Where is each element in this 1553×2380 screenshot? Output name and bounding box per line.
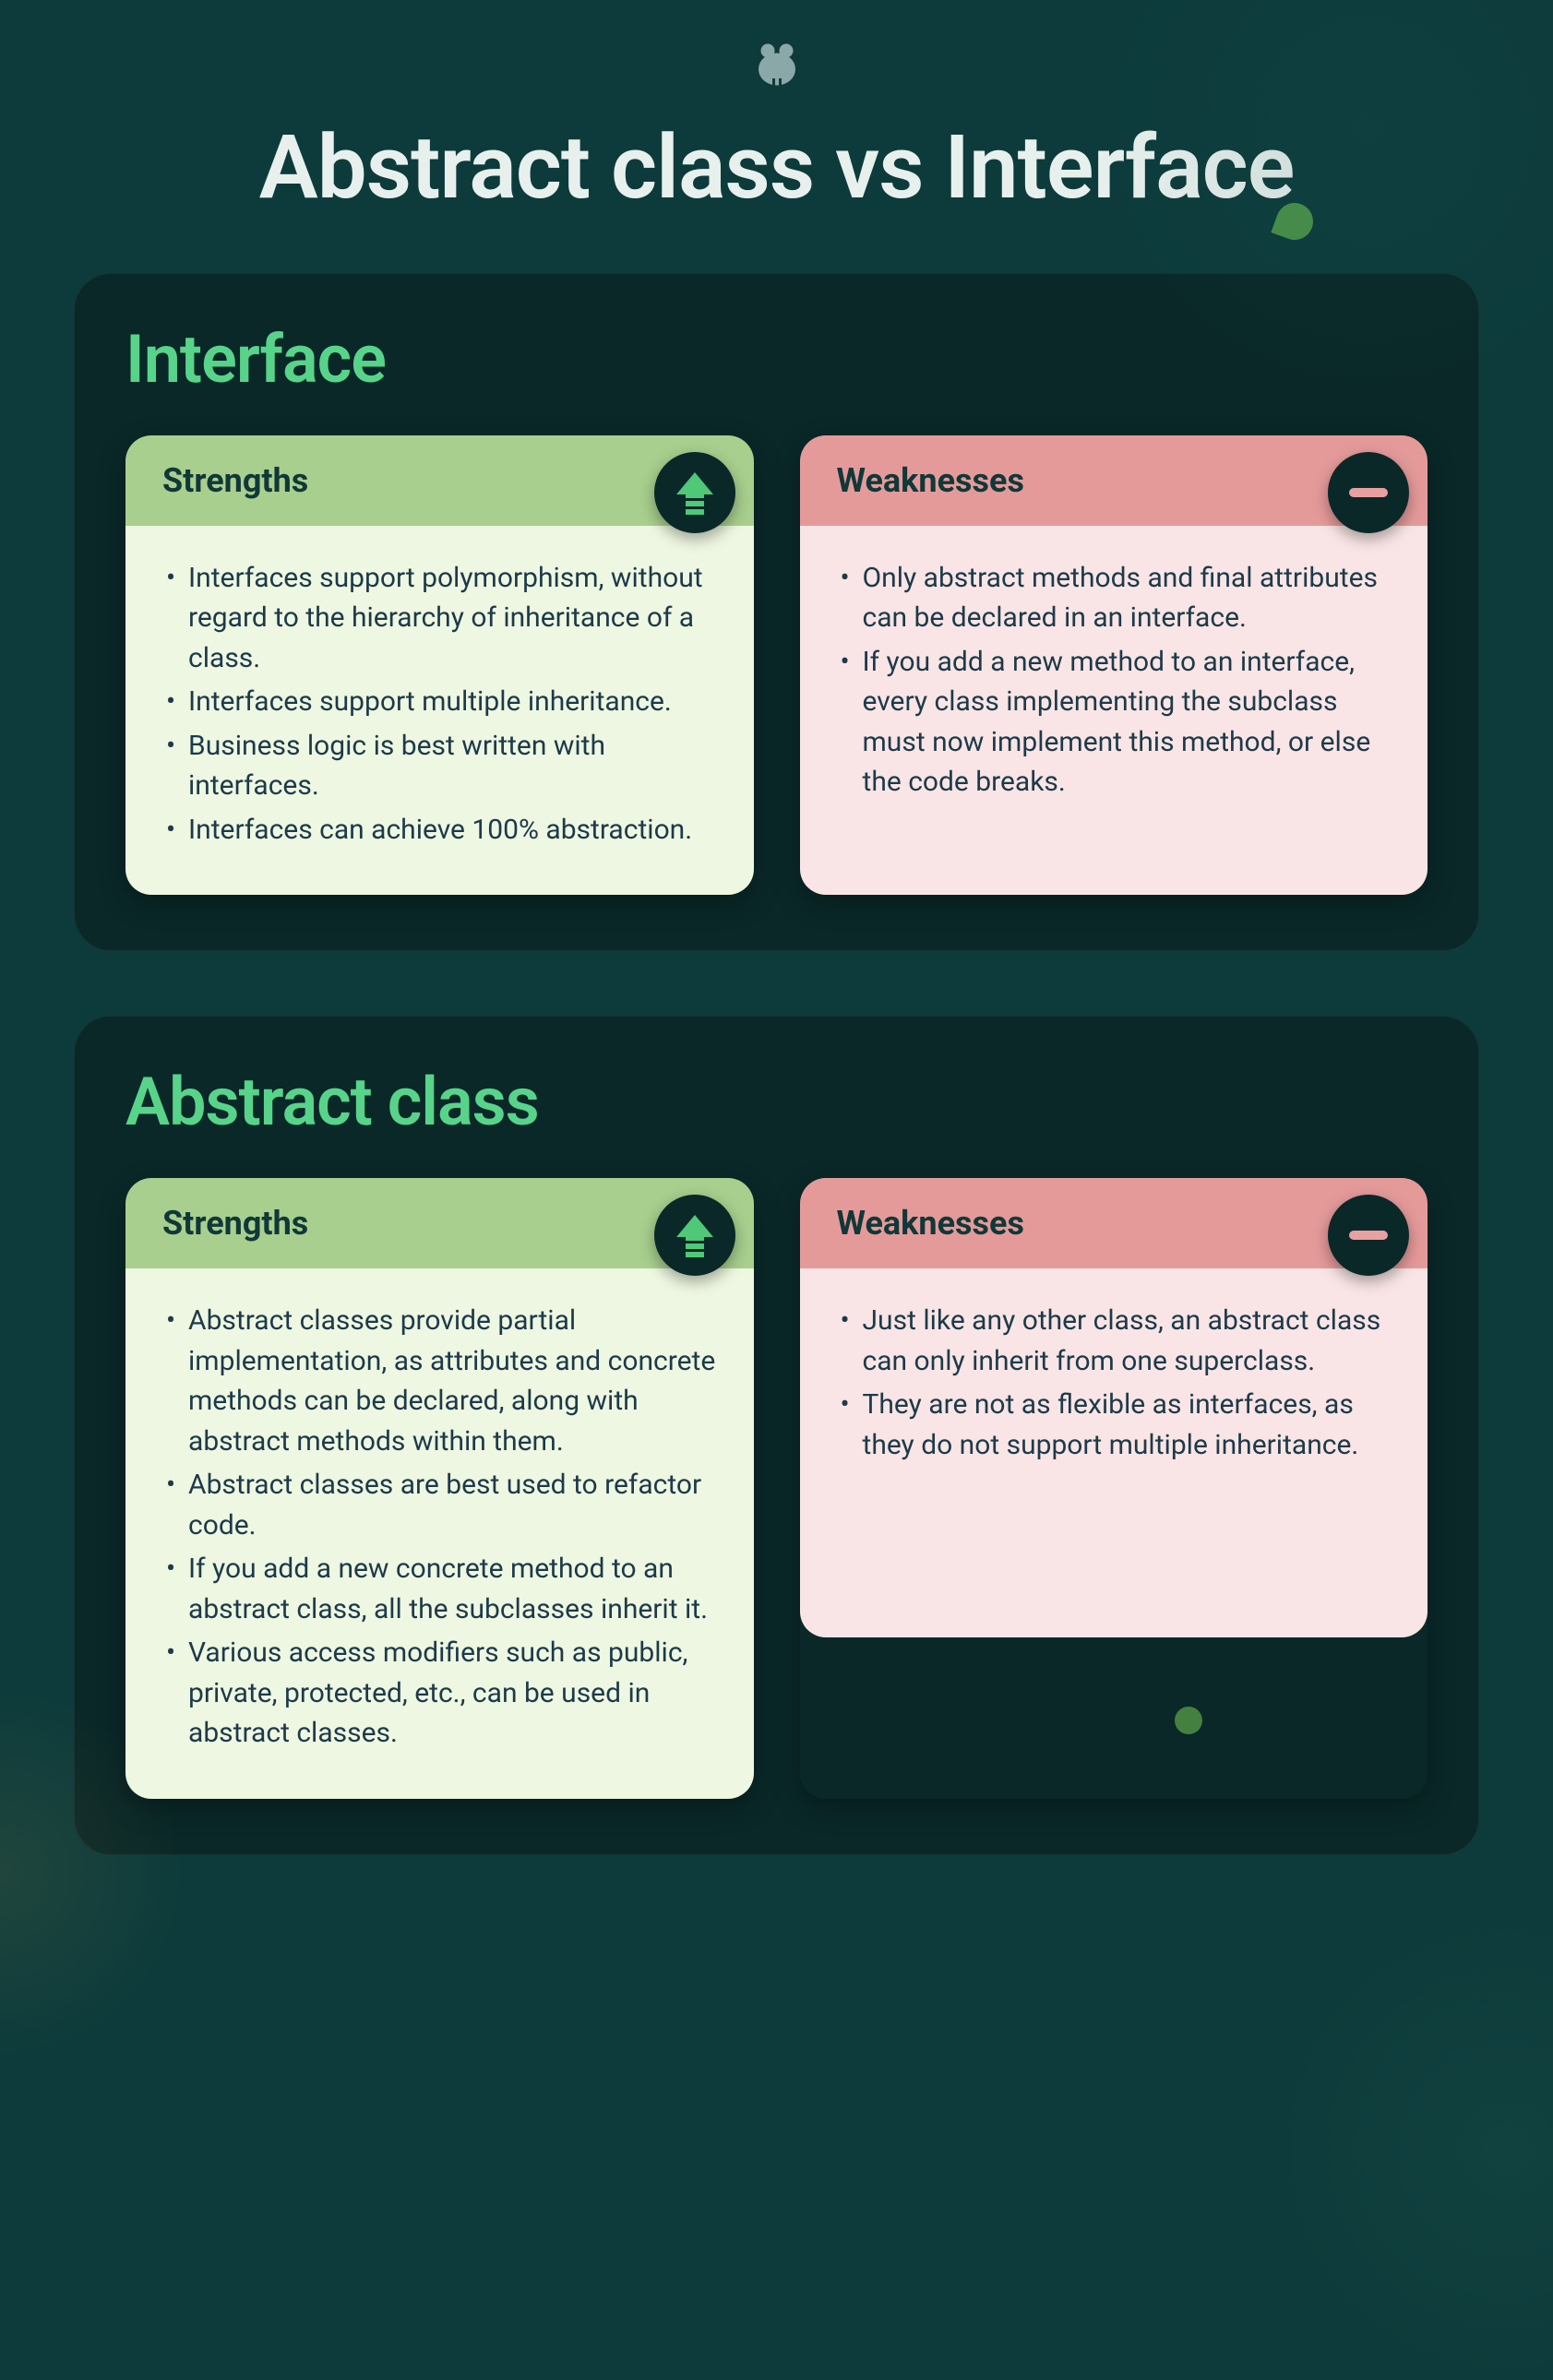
weaknesses-list: Just like any other class, an abstract c… xyxy=(837,1301,1392,1465)
minus-icon xyxy=(1328,452,1409,533)
list-item: Abstract classes are best used to refact… xyxy=(162,1465,717,1545)
card-header: Weaknesses xyxy=(800,435,1428,526)
weaknesses-card: Weaknesses Only abstract methods and fin… xyxy=(800,435,1428,896)
up-arrow-icon xyxy=(654,1195,735,1276)
up-arrow-icon xyxy=(654,452,735,533)
list-item: Interfaces can achieve 100% abstraction. xyxy=(162,810,717,851)
list-item: Interfaces support polymorphism, without… xyxy=(162,558,717,679)
strengths-card: Strengths Interfaces support polymorphis… xyxy=(125,435,754,896)
list-item: If you add a new concrete method to an a… xyxy=(162,1549,717,1629)
card-header: Weaknesses xyxy=(800,1178,1428,1268)
list-item: Just like any other class, an abstract c… xyxy=(837,1301,1392,1381)
list-item: Abstract classes provide partial impleme… xyxy=(162,1301,717,1461)
weaknesses-card: Weaknesses Just like any other class, an… xyxy=(800,1178,1428,1799)
section-abstract-class: Abstract class Strengths Abstract classe… xyxy=(74,1016,1479,1855)
card-header: Strengths xyxy=(125,435,754,526)
brand-logo-icon xyxy=(749,37,805,92)
card-header-label: Weaknesses xyxy=(837,1204,1024,1243)
card-header-label: Strengths xyxy=(162,1204,308,1243)
strengths-list: Interfaces support polymorphism, without… xyxy=(162,558,717,851)
card-header: Strengths xyxy=(125,1178,754,1268)
list-item: If you add a new method to an interface,… xyxy=(837,642,1392,803)
strengths-card: Strengths Abstract classes provide parti… xyxy=(125,1178,754,1799)
section-title: Abstract class xyxy=(125,1063,1428,1141)
list-item: Only abstract methods and final attribut… xyxy=(837,558,1392,638)
list-item: Business logic is best written with inte… xyxy=(162,726,717,806)
list-item: Various access modifiers such as public,… xyxy=(162,1633,717,1754)
list-item: They are not as flexible as interfaces, … xyxy=(837,1385,1392,1465)
strengths-list: Abstract classes provide partial impleme… xyxy=(162,1301,717,1754)
weaknesses-list: Only abstract methods and final attribut… xyxy=(837,558,1392,803)
card-header-label: Strengths xyxy=(162,461,308,500)
list-item: Interfaces support multiple inheritance. xyxy=(162,682,717,722)
card-header-label: Weaknesses xyxy=(837,461,1024,500)
minus-icon xyxy=(1328,1195,1409,1276)
